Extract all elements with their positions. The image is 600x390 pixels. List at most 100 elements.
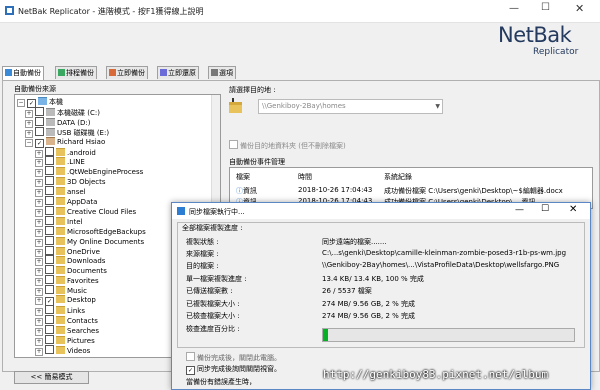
maximize-button[interactable]: ☐ xyxy=(541,2,550,13)
dialog-maximize-button[interactable]: ☐ xyxy=(541,204,549,214)
tree-checkbox[interactable] xyxy=(45,176,54,186)
tree-node[interactable]: + ✓ Desktop xyxy=(35,295,96,306)
tree-node-label: Favorites xyxy=(67,277,99,286)
tree-node[interactable]: +3D Objects xyxy=(35,176,106,188)
destination-folder-icon xyxy=(229,98,242,113)
tree-node[interactable]: + Searches xyxy=(35,324,99,336)
tree-checkbox[interactable] xyxy=(45,245,54,255)
tree-node[interactable]: + USB 磁碟機 (E:) xyxy=(25,126,109,138)
tree-node[interactable]: + Music xyxy=(35,285,87,297)
tree-checkbox[interactable] xyxy=(45,196,54,205)
chevron-down-icon: ▼ xyxy=(435,103,440,110)
tab-label: 排程備份 xyxy=(66,69,94,77)
tree-node[interactable]: + .QtWebEngineProcess xyxy=(35,166,144,178)
logo-replicator: Replicator xyxy=(533,47,579,57)
tab-label: 立即還原 xyxy=(168,69,196,77)
tree-node[interactable]: + Videos xyxy=(35,344,90,356)
tree-node[interactable]: + .LINE xyxy=(35,156,85,168)
tree-node[interactable]: + Downloads xyxy=(35,255,106,267)
tree-node[interactable]: + Links xyxy=(35,304,85,316)
tree-node-label: Richard Hsiao xyxy=(57,137,106,146)
tree-node[interactable]: − ✓ 本機 xyxy=(17,97,63,108)
dialog-close-button[interactable]: ✕ xyxy=(569,204,577,215)
tree-node-label: Downloads xyxy=(67,257,106,266)
tree-checkbox[interactable] xyxy=(35,126,44,136)
tree-checkbox[interactable] xyxy=(45,215,54,225)
tree-node[interactable]: + Documents xyxy=(35,265,107,277)
tree-node[interactable]: + 本機磁碟 (C:) xyxy=(25,106,100,118)
tree-node[interactable]: + ansel xyxy=(35,186,86,198)
drive-icon xyxy=(46,107,55,116)
folder-icon xyxy=(56,236,65,245)
simple-mode-button[interactable]: << 簡易模式 xyxy=(14,371,89,384)
tree-node[interactable]: + Intel xyxy=(35,215,83,227)
ask-close-option[interactable]: ✓ 同步完成後詢問關閉視窗。 xyxy=(186,364,281,375)
tree-node-label: .QtWebEngineProcess xyxy=(67,168,144,177)
collapse-icon[interactable]: − xyxy=(25,138,33,147)
tree-checkbox[interactable] xyxy=(45,225,54,235)
events-header-time[interactable]: 時間 xyxy=(298,172,312,182)
folder-icon xyxy=(56,315,65,324)
tree-node[interactable]: + Pictures xyxy=(35,334,95,346)
tree-node[interactable]: + Contacts xyxy=(35,314,98,326)
tree-checkbox[interactable] xyxy=(45,314,54,324)
mirror-checkbox[interactable] xyxy=(229,140,238,149)
tree-checkbox[interactable] xyxy=(35,116,44,126)
tab-restore-now[interactable]: 立即還原 xyxy=(157,66,199,79)
shutdown-checkbox[interactable] xyxy=(186,352,195,361)
expand-icon[interactable]: + xyxy=(35,297,43,305)
mirror-option[interactable]: 備份目的地資料夾 (但不刪除檔案) xyxy=(229,140,346,151)
folder-icon xyxy=(56,157,65,166)
tree-checkbox[interactable] xyxy=(45,156,54,166)
tree-checkbox[interactable] xyxy=(45,304,54,314)
shutdown-option[interactable]: 備份完成後，關閉此電腦。 xyxy=(186,352,281,363)
events-header-log[interactable]: 系統紀錄 xyxy=(384,172,412,182)
tree-checkbox[interactable] xyxy=(45,275,54,285)
tree-node[interactable]: − ✓ Richard Hsiao xyxy=(25,136,106,148)
tab-scheduled-backup[interactable]: 排程備份 xyxy=(55,66,97,79)
tree-node[interactable]: + .android xyxy=(35,146,96,158)
ask-close-checkbox[interactable]: ✓ xyxy=(186,366,195,375)
ask-close-label: 同步完成後詢問關閉視窗。 xyxy=(197,365,281,373)
tab-backup-now[interactable]: 立即備份 xyxy=(106,66,148,79)
folder-icon xyxy=(56,187,65,196)
tree-node[interactable]: + DATA (D:) xyxy=(25,116,90,128)
collapse-icon[interactable]: − xyxy=(17,99,25,107)
tab-label: 立即備份 xyxy=(117,69,145,77)
expand-icon[interactable]: + xyxy=(35,347,43,356)
destination-combo[interactable]: \\Genkiboy-2Bay\homes ▼ xyxy=(258,99,443,114)
folder-icon xyxy=(56,206,65,215)
tree-node-label: 本機磁碟 (C:) xyxy=(57,108,100,117)
tree-node[interactable]: + My Online Documents xyxy=(35,235,144,247)
tree-checkbox[interactable] xyxy=(45,344,54,354)
folder-icon xyxy=(56,345,65,354)
dialog-title-bar: 同步檔案執行中... — ☐ ✕ xyxy=(172,203,590,219)
close-button[interactable]: ✕ xyxy=(575,2,584,15)
tree-node[interactable]: + AppData xyxy=(35,196,98,207)
tree-checkbox[interactable] xyxy=(45,255,54,265)
tab-auto-backup[interactable]: 自動備份 xyxy=(2,66,44,80)
tree-checkbox[interactable] xyxy=(45,186,54,196)
tree-checkbox[interactable] xyxy=(45,166,54,176)
folder-icon xyxy=(56,325,65,334)
tree-checkbox[interactable] xyxy=(35,106,44,116)
tree-node[interactable]: + Favorites xyxy=(35,275,99,287)
tree-node[interactable]: + MicrosoftEdgeBackups xyxy=(35,225,146,237)
checked-size-label: 已檢查檔案大小 : xyxy=(186,312,240,320)
events-header-type[interactable]: 檔案 xyxy=(236,172,250,182)
tree-node[interactable]: + Creative Cloud Files xyxy=(35,205,136,217)
minimize-button[interactable]: — xyxy=(509,3,519,14)
dialog-minimize-button[interactable]: — xyxy=(515,205,524,215)
sync-icon xyxy=(177,207,185,215)
tree-checkbox[interactable] xyxy=(45,205,54,215)
tree-checkbox[interactable] xyxy=(45,235,54,245)
tab-options[interactable]: 選項 xyxy=(208,66,236,79)
tree-checkbox[interactable] xyxy=(45,324,54,334)
check-progress-bar xyxy=(322,328,575,342)
tree-checkbox[interactable] xyxy=(45,146,54,156)
tree-node-label: AppData xyxy=(67,198,98,206)
tree-node[interactable]: + OneDrive xyxy=(35,245,100,257)
tree-checkbox[interactable] xyxy=(45,334,54,344)
tree-checkbox[interactable] xyxy=(45,285,54,295)
tree-checkbox[interactable] xyxy=(45,265,54,275)
